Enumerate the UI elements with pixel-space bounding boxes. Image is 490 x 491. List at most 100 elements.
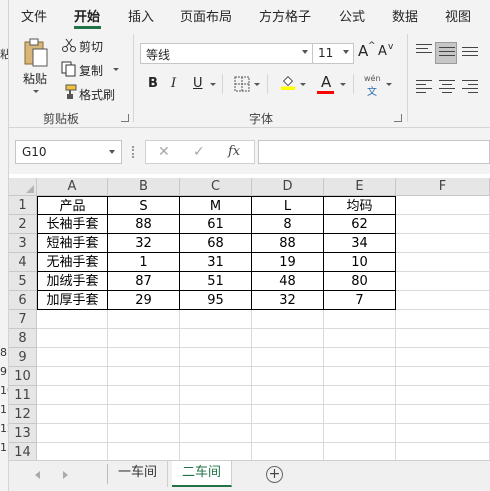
cell-d1[interactable]: L (252, 196, 324, 215)
row-header-10[interactable]: 10 (9, 367, 37, 386)
cell-f3[interactable] (396, 234, 490, 253)
cell-f10[interactable] (396, 367, 490, 386)
cell-e5[interactable]: 80 (324, 272, 396, 291)
cut-button[interactable]: 剪切 (79, 38, 103, 55)
cell-e1[interactable]: 均码 (324, 196, 396, 215)
cell-d8[interactable] (252, 329, 324, 348)
tab-home[interactable]: 开始 (74, 6, 100, 25)
cell-e7[interactable] (324, 310, 396, 329)
row-header-7[interactable]: 7 (9, 310, 37, 329)
paste-button[interactable]: 粘贴 (23, 70, 47, 87)
copy-button[interactable]: 复制 (79, 62, 103, 79)
cell-d5[interactable]: 48 (252, 272, 324, 291)
middle-align-icon[interactable] (439, 47, 455, 61)
insert-function-icon[interactable]: fx (228, 144, 240, 159)
cell-c1[interactable]: M (180, 196, 252, 215)
cell-a13[interactable] (37, 424, 108, 443)
cell-a7[interactable] (37, 310, 108, 329)
bold-button[interactable]: B (148, 76, 158, 91)
cell-e2[interactable]: 62 (324, 215, 396, 234)
cell-b6[interactable]: 29 (108, 291, 180, 310)
tab-view[interactable]: 视图 (445, 6, 471, 25)
cell-a6[interactable]: 加厚手套 (37, 291, 108, 310)
cell-b12[interactable] (108, 405, 180, 424)
top-align-icon[interactable] (416, 44, 432, 58)
cell-d2[interactable]: 8 (252, 215, 324, 234)
cell-f5[interactable] (396, 272, 490, 291)
column-header-f[interactable]: F (396, 178, 490, 196)
cell-b13[interactable] (108, 424, 180, 443)
column-header-b[interactable]: B (108, 178, 180, 196)
cell-f12[interactable] (396, 405, 490, 424)
cell-b10[interactable] (108, 367, 180, 386)
cell-c11[interactable] (180, 386, 252, 405)
cell-f11[interactable] (396, 386, 490, 405)
underline-dropdown-icon[interactable] (210, 83, 216, 86)
cell-c9[interactable] (180, 348, 252, 367)
cell-c3[interactable]: 68 (180, 234, 252, 253)
column-header-d[interactable]: D (252, 178, 324, 196)
row-header-6[interactable]: 6 (9, 291, 37, 310)
tab-file[interactable]: 文件 (21, 6, 47, 25)
add-sheet-button[interactable]: + (266, 466, 283, 483)
column-header-a[interactable]: A (37, 178, 108, 196)
font-name-combobox[interactable]: 等线 (140, 43, 313, 64)
cell-c8[interactable] (180, 329, 252, 348)
font-size-dropdown-icon[interactable] (343, 50, 349, 54)
cell-e4[interactable]: 10 (324, 253, 396, 272)
cell-e11[interactable] (324, 386, 396, 405)
cell-c5[interactable]: 51 (180, 272, 252, 291)
cell-b2[interactable]: 88 (108, 215, 180, 234)
enter-icon[interactable]: ✓ (193, 144, 205, 160)
cell-c7[interactable] (180, 310, 252, 329)
cell-f4[interactable] (396, 253, 490, 272)
cell-e13[interactable] (324, 424, 396, 443)
name-box[interactable]: G10 (15, 140, 122, 164)
cell-f7[interactable] (396, 310, 490, 329)
cell-e3[interactable]: 34 (324, 234, 396, 253)
cell-d12[interactable] (252, 405, 324, 424)
cell-c2[interactable]: 61 (180, 215, 252, 234)
cell-a12[interactable] (37, 405, 108, 424)
cell-f1[interactable] (396, 196, 490, 215)
cell-b8[interactable] (108, 329, 180, 348)
align-right-icon[interactable] (462, 80, 478, 94)
row-header-11[interactable]: 11 (9, 386, 37, 405)
cell-c13[interactable] (180, 424, 252, 443)
select-all-corner[interactable] (9, 178, 37, 196)
cell-c12[interactable] (180, 405, 252, 424)
cell-e9[interactable] (324, 348, 396, 367)
cell-d10[interactable] (252, 367, 324, 386)
cell-d6[interactable]: 32 (252, 291, 324, 310)
row-header-8[interactable]: 8 (9, 329, 37, 348)
cell-f6[interactable] (396, 291, 490, 310)
italic-button[interactable]: I (171, 76, 176, 91)
formula-input[interactable] (258, 140, 490, 164)
next-sheet-icon[interactable] (63, 471, 68, 479)
cell-a5[interactable]: 加绒手套 (37, 272, 108, 291)
row-header-4[interactable]: 4 (9, 253, 37, 272)
prev-sheet-icon[interactable] (35, 471, 40, 479)
font-color-button[interactable]: A (321, 73, 331, 91)
cell-d4[interactable]: 19 (252, 253, 324, 272)
align-left-icon[interactable] (416, 80, 432, 94)
cell-a9[interactable] (37, 348, 108, 367)
row-header-13[interactable]: 13 (9, 424, 37, 443)
tab-data[interactable]: 数据 (392, 6, 418, 25)
cell-a3[interactable]: 短袖手套 (37, 234, 108, 253)
cell-c4[interactable]: 31 (180, 253, 252, 272)
clipboard-launcher-icon[interactable] (121, 114, 129, 122)
paste-icon[interactable] (23, 38, 49, 68)
bottom-align-icon[interactable] (462, 47, 478, 61)
cell-e8[interactable] (324, 329, 396, 348)
tab-formulas[interactable]: 公式 (339, 6, 365, 25)
row-header-1[interactable]: 1 (9, 196, 37, 215)
tab-page-layout[interactable]: 页面布局 (180, 6, 232, 25)
formula-bar-grip[interactable] (132, 146, 134, 158)
cell-a8[interactable] (37, 329, 108, 348)
cell-a10[interactable] (37, 367, 108, 386)
row-header-9[interactable]: 9 (9, 348, 37, 367)
phonetic-dropdown-icon[interactable] (386, 83, 392, 86)
cell-b3[interactable]: 32 (108, 234, 180, 253)
paste-dropdown-icon[interactable] (33, 90, 39, 93)
